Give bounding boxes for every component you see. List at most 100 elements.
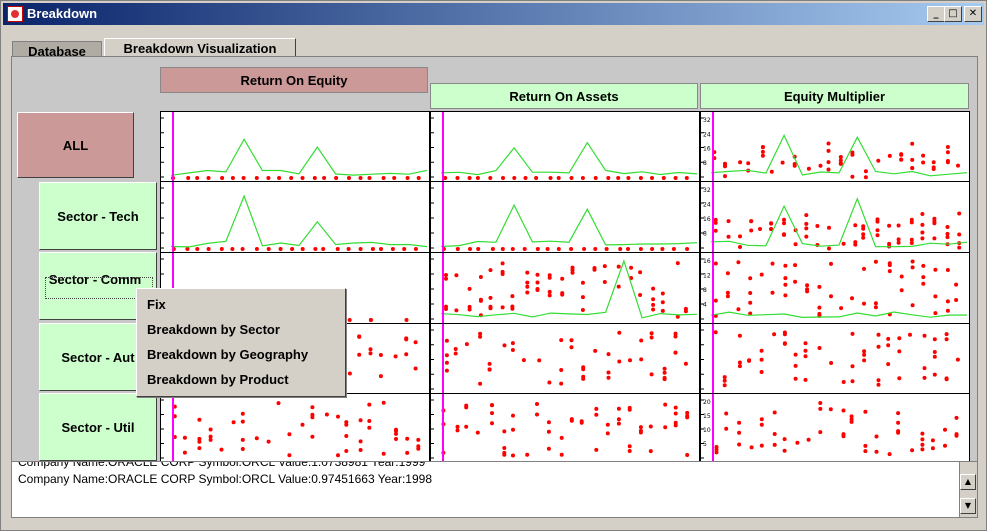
plot-cell-comm-em[interactable]: 16 12 8 4	[700, 252, 970, 324]
data-point	[849, 419, 854, 424]
data-point	[921, 160, 926, 165]
data-point	[300, 247, 305, 251]
scroll-down-button[interactable]: ▼	[960, 498, 976, 514]
data-point	[738, 245, 742, 249]
menu-item-breakdown-by-sector[interactable]: Breakdown by Sector	[147, 322, 280, 337]
row-header-sector-tech[interactable]: Sector - Tech	[39, 182, 157, 250]
data-point	[841, 241, 846, 246]
data-point	[931, 160, 936, 165]
data-point	[548, 176, 553, 180]
data-point	[908, 332, 912, 337]
context-menu[interactable]: Fix Breakdown by Sector Breakdown by Geo…	[136, 288, 346, 397]
column-header-equity-multiplier[interactable]: Equity Multiplier	[700, 83, 969, 109]
data-point	[310, 405, 315, 410]
scatter-plot	[161, 112, 428, 181]
data-point	[478, 298, 483, 303]
data-point	[749, 445, 754, 450]
data-point	[454, 273, 459, 278]
data-point	[627, 449, 632, 453]
data-point	[660, 308, 665, 313]
data-point	[455, 428, 460, 433]
row-header-sector-util[interactable]: Sector - Util	[39, 393, 157, 461]
data-point	[478, 275, 483, 279]
plot-cell-util-roe[interactable]	[160, 393, 430, 463]
plot-cell-all-roa[interactable]	[430, 111, 700, 182]
menu-item-fix[interactable]: Fix	[147, 297, 166, 312]
scatter-plot: 16 12 8 4	[701, 253, 968, 323]
data-point	[357, 334, 362, 339]
data-point	[723, 174, 727, 179]
close-button[interactable]: ✕	[964, 6, 982, 22]
log-scrollbar[interactable]: ▲ ▼	[959, 462, 977, 517]
plot-cell-tech-roa[interactable]	[430, 181, 700, 253]
data-point	[535, 280, 540, 285]
log-output[interactable]: Company Name:ORACLE CORP Symbol:ORCL Val…	[11, 461, 978, 518]
data-point	[510, 306, 515, 311]
menu-item-breakdown-by-product[interactable]: Breakdown by Product	[147, 372, 289, 387]
plot-cell-util-roa[interactable]	[430, 393, 700, 463]
data-point	[525, 284, 530, 289]
data-point	[861, 232, 866, 237]
data-point	[490, 421, 494, 426]
data-point	[725, 290, 730, 295]
scatter-plot	[431, 324, 688, 393]
data-point	[910, 265, 915, 270]
row-label: ALL	[62, 137, 89, 153]
data-point	[560, 291, 565, 296]
data-point	[875, 233, 880, 238]
data-point	[500, 261, 505, 266]
plot-cell-tech-em[interactable]: 32 24 16 8	[700, 181, 970, 253]
data-point	[748, 276, 753, 281]
data-point	[605, 431, 610, 436]
column-header-return-on-equity[interactable]: Return On Equity	[160, 67, 428, 93]
data-point	[510, 348, 515, 352]
data-point	[945, 231, 950, 236]
data-point	[920, 437, 925, 442]
axis-tick-label: 4	[703, 302, 707, 309]
data-point	[841, 380, 846, 384]
data-point	[487, 361, 492, 366]
row-label: Sector - Aut	[61, 349, 135, 365]
data-point	[876, 158, 881, 163]
data-point	[453, 351, 458, 356]
data-point	[381, 400, 386, 405]
plot-cell-util-em[interactable]: 20 15 10 5	[700, 393, 970, 463]
data-point	[413, 340, 418, 345]
plot-cell-comm-roa[interactable]	[430, 252, 700, 324]
plot-cell-aut-roa[interactable]	[430, 323, 700, 394]
plot-cell-all-roe[interactable]	[160, 111, 430, 182]
scroll-up-button[interactable]: ▲	[960, 474, 976, 490]
data-point	[931, 167, 936, 171]
data-point	[899, 157, 904, 162]
data-point	[444, 276, 448, 281]
data-point	[381, 176, 386, 180]
minimize-button[interactable]: _	[927, 6, 945, 22]
data-point	[725, 294, 730, 299]
data-point	[231, 420, 236, 425]
title-bar[interactable]: Breakdown _ □ ✕	[3, 3, 984, 25]
data-point	[921, 263, 926, 268]
row-header-all[interactable]: ALL	[17, 112, 134, 178]
data-point	[310, 434, 315, 439]
data-point	[616, 284, 621, 289]
data-point	[569, 345, 574, 350]
plot-cell-all-em[interactable]: 32 24 16 8	[700, 111, 970, 182]
data-point	[582, 247, 587, 251]
data-point	[803, 341, 808, 346]
data-point	[850, 150, 855, 155]
data-point	[547, 273, 552, 278]
data-point	[321, 247, 326, 251]
menu-item-breakdown-by-geography[interactable]: Breakdown by Geography	[147, 347, 308, 362]
plot-cell-tech-roe[interactable]	[160, 181, 430, 253]
data-point	[559, 452, 564, 457]
plot-cell-aut-em[interactable]	[700, 323, 970, 394]
data-point	[841, 408, 846, 413]
data-point	[713, 298, 718, 303]
maximize-button[interactable]: □	[944, 6, 962, 22]
data-point	[500, 269, 505, 274]
data-point	[464, 405, 469, 410]
column-header-return-on-assets[interactable]: Return On Assets	[430, 83, 698, 109]
data-point	[660, 247, 665, 251]
data-point	[722, 383, 727, 388]
data-point	[537, 358, 542, 363]
